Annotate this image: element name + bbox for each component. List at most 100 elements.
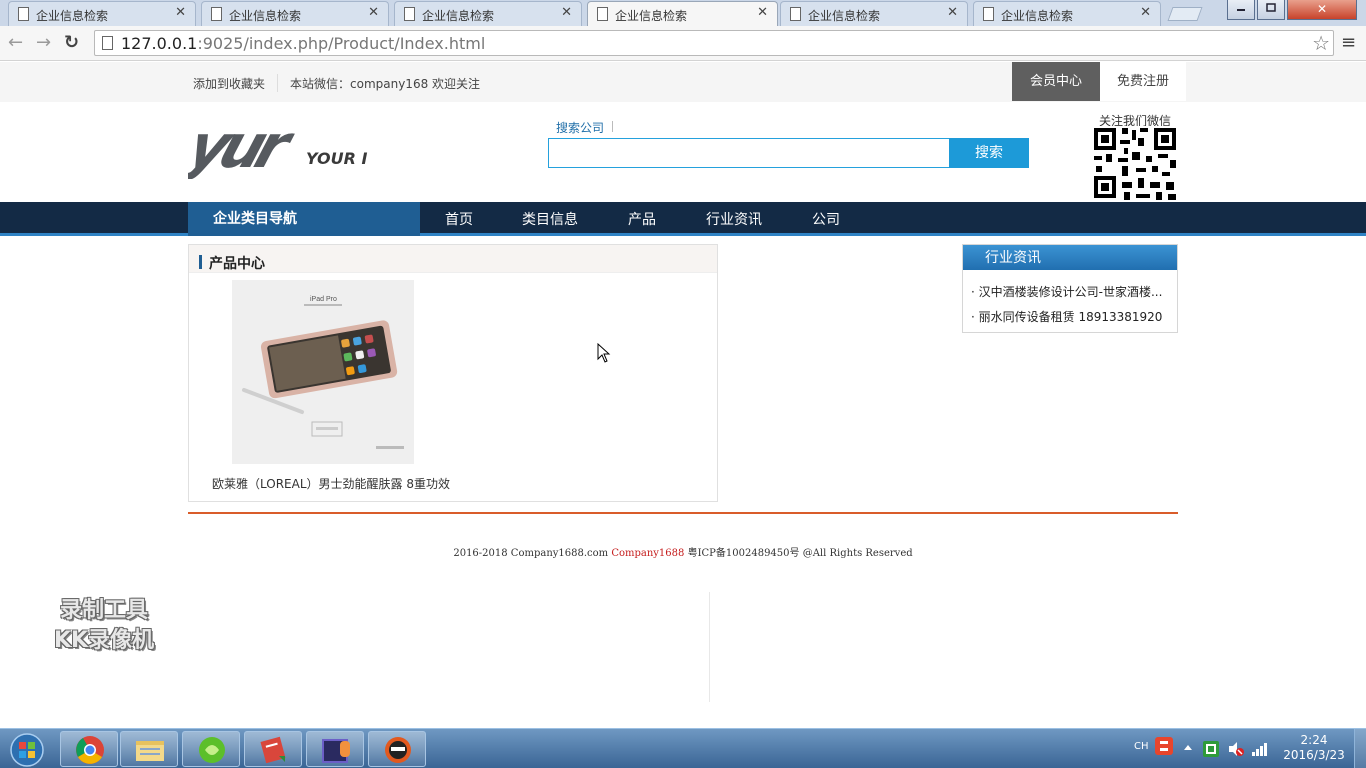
news-item-text: 丽水同传设备租赁 18913381920 — [978, 310, 1163, 324]
back-button[interactable]: ← — [8, 32, 23, 54]
forward-button[interactable]: → — [36, 32, 51, 54]
page-icon — [102, 36, 113, 50]
browser-tab-active[interactable]: 企业信息检索 ✕ — [587, 1, 778, 26]
site-logo[interactable]: yur YOUR I — [188, 113, 368, 179]
restore-button[interactable] — [1257, 0, 1285, 20]
page-icon — [211, 7, 222, 21]
page-icon — [404, 7, 415, 21]
divider — [709, 592, 710, 702]
tab-label: 企业信息检索 — [36, 9, 109, 23]
ime-indicator[interactable]: CH — [1134, 741, 1149, 752]
minimize-icon — [1237, 9, 1245, 11]
tray-expand-icon[interactable] — [1183, 743, 1193, 751]
tab-label: 企业信息检索 — [808, 9, 881, 23]
recorder-icon — [385, 737, 411, 763]
mouse-cursor-icon — [597, 343, 611, 363]
window-close-button[interactable]: ✕ — [1287, 0, 1357, 20]
product-image[interactable]: iPad Pro — [232, 280, 414, 464]
taskbar-recorder-button[interactable] — [368, 731, 426, 767]
add-bookmark-link[interactable]: 添加到收藏夹 — [193, 75, 265, 92]
minimize-button[interactable] — [1227, 0, 1255, 20]
product-title-link[interactable]: 欧莱雅（LOREAL）男士劲能醒肤露 8重功效 — [212, 475, 450, 492]
show-desktop-button[interactable] — [1354, 729, 1366, 768]
footer-divider — [188, 512, 1178, 514]
divider — [612, 121, 613, 132]
url-path: :9025/index.php/Product/Index.html — [197, 34, 486, 53]
tab-label: 企业信息检索 — [229, 9, 302, 23]
footer-prefix: 2016-2018 Company1688.com — [453, 548, 612, 559]
site-topbar: 添加到收藏夹 本站微信：company168 欢迎关注 会员中心 免费注册 — [0, 62, 1366, 102]
browser-tab[interactable]: 企业信息检索 ✕ — [8, 1, 196, 26]
page-icon — [597, 7, 608, 21]
close-icon[interactable]: ✕ — [947, 5, 958, 20]
close-icon[interactable]: ✕ — [1140, 5, 1151, 20]
close-icon[interactable]: ✕ — [368, 5, 379, 20]
browser-tab[interactable]: 企业信息检索 ✕ — [780, 1, 968, 26]
sogou-ime-icon[interactable] — [1155, 737, 1173, 755]
address-bar[interactable]: 127.0.0.1:9025/index.php/Product/Index.h… — [94, 30, 1334, 56]
volume-muted-icon[interactable] — [1227, 741, 1245, 757]
nav-item-categories[interactable]: 类目信息 — [522, 202, 578, 236]
close-icon[interactable]: ✕ — [561, 5, 572, 20]
taskbar-chrome-button[interactable] — [60, 731, 118, 767]
register-button[interactable]: 免费注册 — [1100, 62, 1186, 101]
browser-toolbar: ← → ↻ 127.0.0.1:9025/index.php/Product/I… — [0, 26, 1366, 61]
footer-brand-link[interactable]: Company1688 — [611, 548, 684, 559]
taskbar-explorer-button[interactable] — [120, 731, 178, 767]
url-host: 127.0.0.1 — [121, 34, 198, 53]
nav-item-home[interactable]: 首页 — [445, 202, 473, 236]
wechat-notice: 本站微信：company168 欢迎关注 — [290, 77, 481, 91]
taskbar-notepad-button[interactable] — [244, 731, 302, 767]
panel-title: 行业资讯 — [963, 245, 1177, 270]
system-clock[interactable]: 2:24 2016/3/23 — [1280, 733, 1348, 763]
network-icon[interactable] — [1251, 741, 1269, 757]
wechat-qr-code — [1092, 126, 1178, 202]
search-button[interactable]: 搜索 — [949, 138, 1029, 168]
browser-tab-strip: 企业信息检索 ✕ 企业信息检索 ✕ 企业信息检索 ✕ 企业信息检索 ✕ 企业信息… — [0, 0, 1366, 26]
clock-time: 2:24 — [1300, 733, 1328, 747]
url-text: 127.0.0.1:9025/index.php/Product/Index.h… — [121, 34, 485, 53]
new-tab-button[interactable] — [1167, 7, 1203, 21]
clover-app-icon — [199, 737, 225, 763]
bookmark-star-icon[interactable]: ☆ — [1312, 31, 1330, 55]
page-icon — [983, 7, 994, 21]
start-button[interactable] — [2, 731, 54, 767]
nav-item-companies[interactable]: 公司 — [812, 202, 840, 236]
category-nav-button[interactable]: 企业类目导航 — [188, 202, 420, 236]
nav-item-products[interactable]: 产品 — [628, 202, 656, 236]
restore-icon — [1266, 3, 1276, 12]
news-item-link[interactable]: · 丽水同传设备租赁 18913381920 — [971, 308, 1171, 325]
tab-label: 企业信息检索 — [615, 9, 688, 23]
close-icon: ✕ — [1316, 2, 1328, 16]
tab-label: 企业信息检索 — [1001, 9, 1074, 23]
reload-button[interactable]: ↻ — [64, 32, 79, 54]
industry-news-panel: 行业资讯 · 汉中酒楼装修设计公司-世家酒楼... · 丽水同传设备租赁 189… — [962, 244, 1178, 333]
news-item-text: 汉中酒楼装修设计公司-世家酒楼... — [978, 285, 1163, 299]
search-input[interactable] — [548, 138, 950, 168]
footer-copyright: 2016-2018 Company1688.com Company1688 粤I… — [0, 544, 1366, 559]
logo-mark: yur — [188, 113, 292, 179]
tab-label: 企业信息检索 — [422, 9, 495, 23]
windows-taskbar: CH 2:24 2016/3/23 — [0, 728, 1366, 768]
taskbar-app-button[interactable] — [182, 731, 240, 767]
product-center-panel: 产品中心 iPad Pro 欧莱雅（LOREAL）男士劲能醒肤露 8重功效 — [188, 244, 718, 502]
close-icon[interactable]: ✕ — [757, 5, 768, 20]
notepad-icon — [260, 736, 286, 764]
clock-date: 2016/3/23 — [1283, 748, 1345, 762]
recorder-watermark: 录制工具 KK录像机 — [34, 596, 174, 658]
logo-text: YOUR I — [306, 149, 368, 168]
browser-tab[interactable]: 企业信息检索 ✕ — [973, 1, 1161, 26]
tray-app-icon[interactable] — [1203, 741, 1219, 757]
browser-menu-icon[interactable]: ≡ — [1341, 32, 1356, 53]
watermark-line: KK录像机 — [53, 628, 155, 653]
browser-tab[interactable]: 企业信息检索 ✕ — [394, 1, 582, 26]
search-company-tab[interactable]: 搜索公司 — [556, 119, 604, 136]
news-item-link[interactable]: · 汉中酒楼装修设计公司-世家酒楼... — [971, 283, 1171, 300]
product-image-label: iPad Pro — [310, 296, 337, 303]
member-center-button[interactable]: 会员中心 — [1012, 62, 1100, 101]
taskbar-phpstorm-button[interactable] — [306, 731, 364, 767]
browser-tab[interactable]: 企业信息检索 ✕ — [201, 1, 389, 26]
page-icon — [790, 7, 801, 21]
nav-item-industry-news[interactable]: 行业资讯 — [706, 202, 762, 236]
close-icon[interactable]: ✕ — [175, 5, 186, 20]
